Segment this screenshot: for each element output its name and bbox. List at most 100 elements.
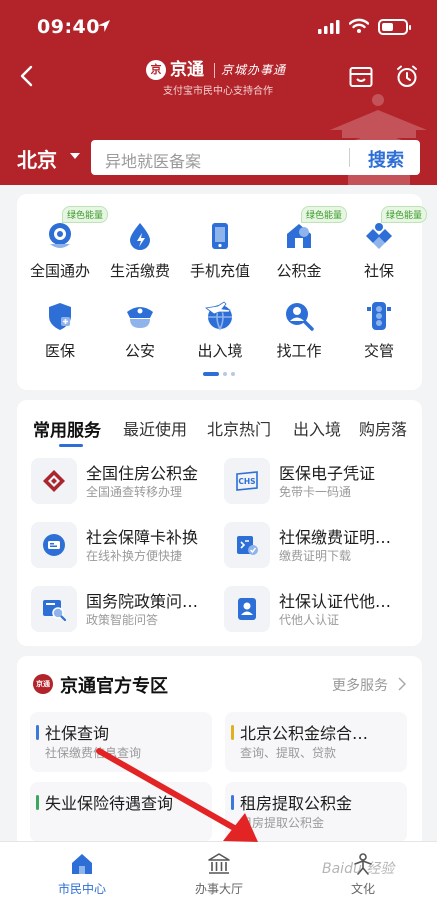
cellular-signal-icon bbox=[318, 20, 340, 34]
search-divider bbox=[349, 148, 350, 167]
item-icon-box bbox=[224, 522, 270, 568]
housing-fund-logo-icon bbox=[43, 470, 65, 492]
medical-insurance-icon bbox=[49, 303, 71, 330]
tile-accent-bar bbox=[231, 725, 234, 740]
tile-rent-withdraw-fund[interactable]: 租房提取公积金 租房提取公积金 bbox=[225, 782, 407, 842]
home-icon bbox=[72, 854, 92, 874]
page-dot-active bbox=[203, 372, 219, 376]
item-icon-box bbox=[31, 522, 77, 568]
common-services-panel: 常用服务 最近使用 北京热门 出入境 购房落 全国住房公积金 全国通查转移办理 … bbox=[17, 400, 422, 646]
tile-unemployment-query[interactable]: 失业保险待遇查询 bbox=[30, 782, 212, 842]
page-dot bbox=[223, 372, 227, 376]
status-time: 09:40 bbox=[37, 16, 100, 38]
list-item[interactable]: 社保认证代他… 代他人认证 bbox=[224, 586, 414, 636]
tab-common[interactable]: 常用服务 bbox=[33, 416, 101, 441]
tile-beijing-housing-fund[interactable]: 北京公积金综合… 查询、提取、贷款 bbox=[225, 712, 407, 772]
caret-down-icon[interactable] bbox=[70, 153, 80, 159]
tile-title: 社保查询 bbox=[45, 724, 110, 743]
wifi-icon bbox=[349, 18, 369, 33]
police-icon bbox=[127, 307, 153, 328]
item-title: 国务院政策问… bbox=[86, 592, 199, 611]
service-label: 全国通办 bbox=[29, 262, 90, 280]
item-title: 社会保障卡补换 bbox=[86, 528, 199, 547]
list-item[interactable]: 全国住房公积金 全国通查转移办理 bbox=[31, 458, 221, 508]
service-label: 社保 bbox=[363, 262, 394, 280]
tile-title: 北京公积金综合… bbox=[240, 724, 369, 743]
chs-label: CHS bbox=[238, 477, 255, 486]
tile-accent-bar bbox=[36, 795, 39, 810]
tab-citizen-center[interactable]: 市民中心 bbox=[22, 842, 142, 911]
tab-immigration[interactable]: 出入境 bbox=[293, 416, 341, 440]
page-indicator bbox=[203, 372, 239, 376]
brand-logo: 京 京通 京城办事通 支付宝市民中心支持合作 bbox=[146, 60, 296, 100]
back-chevron-icon[interactable] bbox=[16, 64, 40, 88]
hall-icon bbox=[208, 853, 230, 874]
tab-label: 市民中心 bbox=[57, 882, 106, 896]
tab-beijing-hot[interactable]: 北京热门 bbox=[207, 416, 271, 440]
search-input[interactable]: 异地就医备案 bbox=[105, 148, 201, 172]
list-item[interactable]: 社保缴费证明… 缴费证明下载 bbox=[224, 522, 414, 572]
chevron-right-icon[interactable] bbox=[398, 677, 406, 691]
card-wallet-icon[interactable] bbox=[349, 66, 373, 88]
tab-home-purchase[interactable]: 购房落 bbox=[359, 416, 407, 440]
item-icon-box bbox=[31, 586, 77, 632]
service-label: 公安 bbox=[124, 342, 155, 360]
location-arrow-icon bbox=[98, 20, 110, 32]
alarm-clock-icon[interactable] bbox=[395, 64, 419, 88]
section-title: 京通官方专区 bbox=[60, 676, 168, 697]
person-card-icon bbox=[238, 598, 256, 620]
item-icon-box: CHS bbox=[224, 458, 270, 504]
policy-search-icon bbox=[43, 600, 66, 621]
brand-divider bbox=[214, 63, 215, 78]
list-item[interactable]: 国务院政策问… 政策智能问答 bbox=[31, 586, 221, 636]
battery-icon bbox=[378, 19, 411, 35]
tile-subtitle: 查询、提取、贷款 bbox=[240, 746, 337, 760]
active-tab-underline bbox=[59, 444, 83, 447]
brand-seal: 京 bbox=[146, 60, 166, 80]
housing-fund-icon bbox=[287, 224, 311, 248]
service-label: 找工作 bbox=[276, 342, 322, 360]
watermark: Baidu 经验 bbox=[322, 861, 395, 877]
item-subtitle: 代他人认证 bbox=[279, 613, 340, 627]
tile-title: 失业保险待遇查询 bbox=[45, 794, 174, 813]
tab-label: 文化 bbox=[350, 882, 375, 896]
item-icon-box bbox=[31, 458, 77, 504]
brand-slogan: 京城办事通 bbox=[221, 63, 287, 77]
item-icon-box bbox=[224, 586, 270, 632]
tab-recent[interactable]: 最近使用 bbox=[123, 416, 187, 440]
tile-accent-bar bbox=[231, 795, 234, 810]
payment-proof-icon bbox=[237, 536, 258, 555]
tile-accent-bar bbox=[36, 725, 39, 740]
tab-service-hall[interactable]: 办事大厅 bbox=[159, 842, 279, 911]
item-subtitle: 在线补换方便快捷 bbox=[86, 549, 183, 563]
item-subtitle: 政策智能问答 bbox=[86, 613, 159, 627]
tile-subtitle: 社保缴费信息查询 bbox=[45, 746, 142, 760]
tile-subtitle: 租房提取公积金 bbox=[240, 816, 325, 830]
service-label: 出入境 bbox=[197, 342, 243, 360]
search-bar[interactable]: 异地就医备案 搜索 bbox=[91, 140, 420, 175]
social-security-icon bbox=[366, 223, 392, 249]
service-label: 手机充值 bbox=[189, 262, 250, 280]
utility-payment-icon bbox=[130, 223, 150, 250]
city-selector[interactable]: 北京 bbox=[17, 144, 57, 173]
nationwide-service-icon bbox=[49, 223, 71, 248]
immigration-icon bbox=[205, 301, 232, 331]
service-label: 生活缴费 bbox=[109, 262, 170, 280]
tile-social-security-query[interactable]: 社保查询 社保缴费信息查询 bbox=[30, 712, 212, 772]
list-item[interactable]: 社会保障卡补换 在线补换方便快捷 bbox=[31, 522, 221, 572]
search-button[interactable]: 搜索 bbox=[356, 146, 416, 172]
item-subtitle: 免带卡一码通 bbox=[279, 485, 352, 499]
jingtong-seal-icon: 京通 bbox=[33, 674, 53, 694]
app-header: 09:40 京 京通 京城办事通 支付宝市民中心支持合作 北京 异地就医备案 搜… bbox=[0, 0, 437, 185]
item-subtitle: 全国通查转移办理 bbox=[86, 485, 183, 499]
page-dot bbox=[231, 372, 235, 376]
job-search-icon bbox=[286, 303, 314, 331]
more-services-link[interactable]: 更多服务 bbox=[332, 675, 388, 695]
phone-recharge-icon bbox=[212, 223, 228, 249]
item-title: 医保电子凭证 bbox=[279, 464, 376, 483]
list-item[interactable]: CHS 医保电子凭证 免带卡一码通 bbox=[224, 458, 414, 508]
service-grid-panel: 绿色能量 全国通办 生活缴费 手机充值 绿色能量 公积金 绿色能量 社保 医保 … bbox=[17, 194, 428, 390]
status-bar: 09:40 bbox=[0, 0, 437, 52]
item-title: 全国住房公积金 bbox=[86, 464, 199, 483]
traffic-light-icon bbox=[367, 302, 391, 330]
